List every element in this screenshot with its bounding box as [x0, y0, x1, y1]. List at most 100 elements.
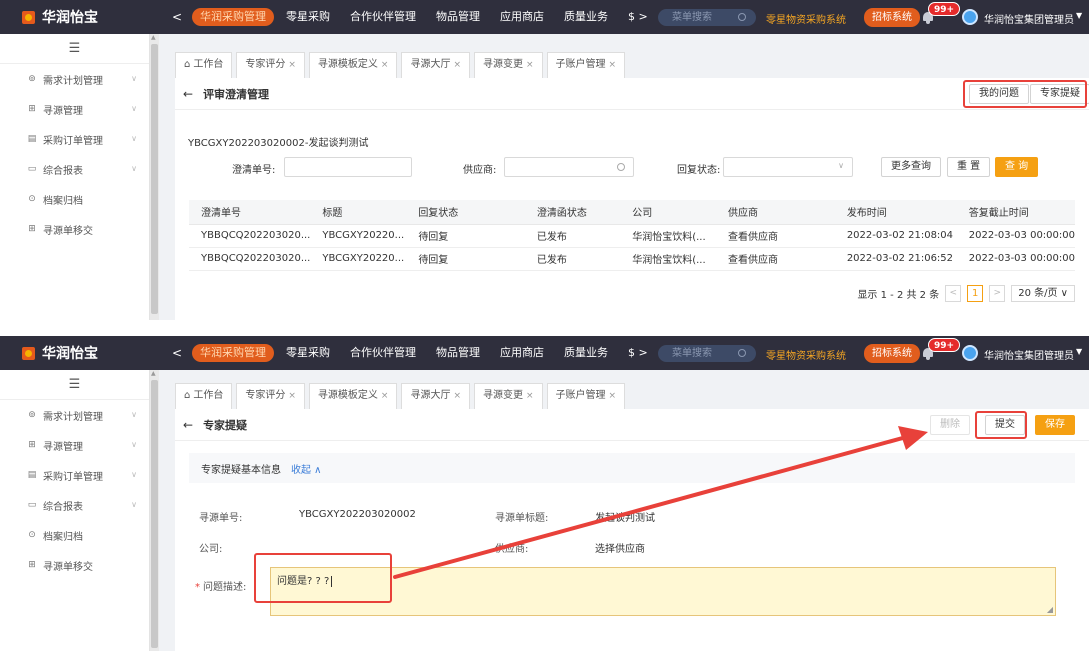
- page-size-select[interactable]: 20 条/页 ∨: [1011, 285, 1075, 302]
- supplier-input[interactable]: [504, 157, 634, 177]
- reset-button[interactable]: 重 置: [947, 157, 991, 177]
- sidebar-item-purchase-order[interactable]: ▤ 采购订单管理 ∨: [0, 460, 149, 490]
- view-supplier-link[interactable]: 查看供应商: [716, 224, 835, 248]
- sidebar-item-sourcing[interactable]: ⊞ 寻源管理 ∨: [0, 94, 149, 124]
- sidebar-fold-icon[interactable]: ☰: [0, 370, 149, 400]
- save-button[interactable]: 保存: [1035, 415, 1075, 435]
- nav-item-spot-purchase[interactable]: 零星采购: [278, 344, 338, 362]
- sidebar-fold-icon[interactable]: ☰: [0, 34, 149, 64]
- close-icon[interactable]: ×: [453, 60, 461, 70]
- tab-sourcing-change[interactable]: 寻源变更 ×: [474, 52, 543, 78]
- company-label: 公司:: [199, 544, 223, 555]
- brand[interactable]: 华润怡宝: [0, 336, 150, 370]
- nav-item-more[interactable]: $ >: [620, 344, 656, 362]
- scrollbar[interactable]: ▲: [150, 370, 159, 651]
- brand[interactable]: 华润怡宝: [0, 0, 150, 34]
- select-supplier-link[interactable]: 选择供应商: [595, 540, 645, 555]
- nav-item-item-management[interactable]: 物品管理: [428, 344, 488, 362]
- sidebar-item-archive[interactable]: ⊙ 档案归档: [0, 520, 149, 550]
- close-icon[interactable]: ×: [526, 60, 534, 70]
- collapse-link[interactable]: 收起 ∧: [291, 461, 322, 476]
- resize-handle-icon[interactable]: ◢: [1047, 605, 1053, 614]
- close-icon[interactable]: ×: [381, 391, 389, 401]
- next-page-button[interactable]: >: [989, 285, 1006, 302]
- close-icon[interactable]: ×: [288, 60, 296, 70]
- scrollbar-thumb[interactable]: [151, 44, 158, 314]
- close-icon[interactable]: ×: [609, 391, 617, 401]
- tab-sourcing-hall[interactable]: 寻源大厅 ×: [401, 383, 470, 409]
- tab-sourcing-template[interactable]: 寻源模板定义 ×: [308, 52, 398, 78]
- sidebar-item-sourcing[interactable]: ⊞ 寻源管理 ∨: [0, 430, 149, 460]
- user-name[interactable]: 华润怡宝集团管理员: [984, 11, 1074, 26]
- reply-status-select[interactable]: ∨: [723, 157, 853, 177]
- bid-system-button[interactable]: 招标系统: [864, 8, 920, 27]
- avatar[interactable]: [962, 9, 978, 25]
- delete-button[interactable]: 删除: [930, 415, 970, 435]
- table-cell: 华润怡宝饮料(...: [620, 224, 716, 248]
- scroll-up-icon[interactable]: ▲: [151, 34, 156, 41]
- close-icon[interactable]: ×: [453, 391, 461, 401]
- nav-item-quality[interactable]: 质量业务: [556, 8, 616, 26]
- nav-item-purchase-management[interactable]: 华润采购管理: [192, 8, 274, 26]
- close-icon[interactable]: ×: [526, 391, 534, 401]
- nav-back-icon[interactable]: <: [172, 346, 182, 360]
- tab-workbench[interactable]: ⌂ 工作台: [175, 52, 233, 78]
- sidebar-item-demand-plan[interactable]: ⊚ 需求计划管理 ∨: [0, 64, 149, 94]
- nav-item-partner-management[interactable]: 合作伙伴管理: [342, 344, 424, 362]
- tab-expert-scoring[interactable]: 专家评分 ×: [236, 383, 305, 409]
- scrollbar[interactable]: ▲: [150, 34, 159, 320]
- more-query-button[interactable]: 更多查询: [881, 157, 941, 177]
- tab-sub-account[interactable]: 子账户管理 ×: [546, 52, 626, 78]
- nav-item-purchase-management[interactable]: 华润采购管理: [192, 344, 274, 362]
- menu-search-input[interactable]: 菜单搜索: [658, 9, 756, 26]
- back-arrow-icon[interactable]: ←: [183, 87, 193, 101]
- sidebar-item-reports[interactable]: ▭ 综合报表 ∨: [0, 490, 149, 520]
- view-supplier-link[interactable]: 查看供应商: [716, 247, 835, 271]
- tab-sourcing-template[interactable]: 寻源模板定义 ×: [308, 383, 398, 409]
- spot-materials-link[interactable]: 零星物资采购系统: [766, 11, 846, 26]
- table-row[interactable]: YBBQCQ202203020... YBCGXY20220... 待回复 已发…: [189, 247, 1075, 271]
- scrollbar-thumb[interactable]: [151, 380, 158, 648]
- caret-down-icon[interactable]: ▼: [1076, 11, 1082, 20]
- clarify-no-link[interactable]: YBBQCQ202203020...: [189, 247, 311, 271]
- menu-search-input[interactable]: 菜单搜索: [658, 345, 756, 362]
- table-row[interactable]: YBBQCQ202203020... YBCGXY20220... 待回复 已发…: [189, 224, 1075, 248]
- avatar[interactable]: [962, 345, 978, 361]
- nav-item-item-management[interactable]: 物品管理: [428, 8, 488, 26]
- nav-back-icon[interactable]: <: [172, 10, 182, 24]
- clarify-no-link[interactable]: YBBQCQ202203020...: [189, 224, 311, 248]
- nav-item-quality[interactable]: 质量业务: [556, 344, 616, 362]
- close-icon[interactable]: ×: [609, 60, 617, 70]
- clarify-no-input[interactable]: [284, 157, 412, 177]
- sidebar-item-transfer[interactable]: ⊞ 寻源单移交: [0, 214, 149, 244]
- close-icon[interactable]: ×: [288, 391, 296, 401]
- tab-expert-scoring[interactable]: 专家评分 ×: [236, 52, 305, 78]
- query-button[interactable]: 查 询: [995, 157, 1039, 177]
- tab-workbench[interactable]: ⌂ 工作台: [175, 383, 233, 409]
- tab-label: 专家评分: [245, 59, 286, 70]
- nav-item-spot-purchase[interactable]: 零星采购: [278, 8, 338, 26]
- user-name[interactable]: 华润怡宝集团管理员: [984, 347, 1074, 362]
- spot-materials-link[interactable]: 零星物资采购系统: [766, 347, 846, 362]
- source-title-label: 寻源单标题:: [495, 513, 549, 524]
- sidebar-item-purchase-order[interactable]: ▤ 采购订单管理 ∨: [0, 124, 149, 154]
- sidebar-item-reports[interactable]: ▭ 综合报表 ∨: [0, 154, 149, 184]
- column-header: 答复截止时间: [956, 200, 1075, 225]
- close-icon[interactable]: ×: [381, 60, 389, 70]
- tab-sourcing-change[interactable]: 寻源变更 ×: [474, 383, 543, 409]
- prev-page-button[interactable]: <: [945, 285, 962, 302]
- caret-down-icon[interactable]: ▼: [1076, 347, 1082, 356]
- nav-item-app-store[interactable]: 应用商店: [492, 8, 552, 26]
- sidebar-item-demand-plan[interactable]: ⊚ 需求计划管理 ∨: [0, 400, 149, 430]
- nav-item-app-store[interactable]: 应用商店: [492, 344, 552, 362]
- sidebar-item-transfer[interactable]: ⊞ 寻源单移交: [0, 550, 149, 580]
- bid-system-button[interactable]: 招标系统: [864, 344, 920, 363]
- scroll-up-icon[interactable]: ▲: [151, 370, 156, 377]
- tab-sub-account[interactable]: 子账户管理 ×: [546, 383, 626, 409]
- back-arrow-icon[interactable]: ←: [183, 418, 193, 432]
- nav-item-more[interactable]: $ >: [620, 8, 656, 26]
- sidebar-item-archive[interactable]: ⊙ 档案归档: [0, 184, 149, 214]
- nav-item-partner-management[interactable]: 合作伙伴管理: [342, 8, 424, 26]
- tab-sourcing-hall[interactable]: 寻源大厅 ×: [401, 52, 470, 78]
- page-number-button[interactable]: 1: [967, 285, 984, 302]
